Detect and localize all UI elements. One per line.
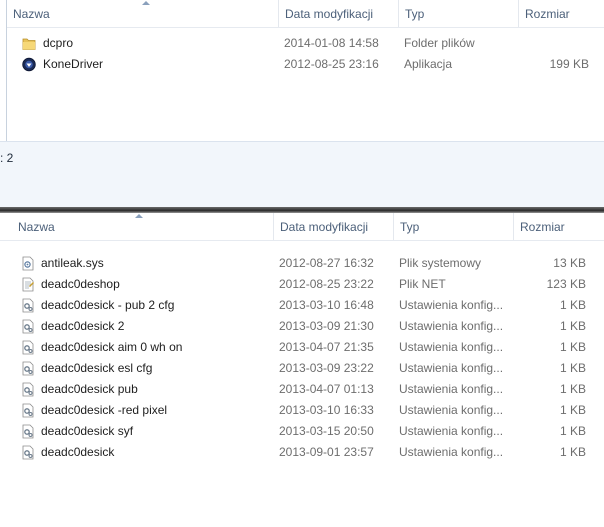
file-name: deadc0desick [41,445,115,459]
app-icon [22,57,36,72]
file-size: 1 KB [559,298,586,312]
file-row[interactable]: deadc0desick 2 2013-03-09 21:30 Ustawienia… [0,316,604,337]
file-size: 1 KB [559,319,586,333]
column-header-date[interactable]: Data modyfikacji [273,213,393,240]
column-header-size-label: Rozmiar [520,220,565,234]
file-type: Ustawienia konfig... [399,340,504,354]
column-header-name[interactable]: Nazwa [12,213,273,240]
column-header-size-label: Rozmiar [525,7,570,21]
file-type: Ustawienia konfig... [399,382,504,396]
file-type: Ustawienia konfig... [399,319,504,333]
file-row[interactable]: deadc0desick aim 0 wh on 2013-04-07 21:35… [0,337,604,358]
file-name: deadc0desick syf [41,424,134,438]
status-bar: : 2 [0,141,604,208]
bottom-file-list: Nazwa Data modyfikacji Typ Rozmiar antil… [0,213,604,527]
file-size: 123 KB [546,277,586,291]
file-size: 1 KB [559,382,586,396]
file-type: Ustawienia konfig... [399,361,504,375]
config-file-icon [21,445,35,460]
file-date-modified: 2012-08-25 23:22 [279,277,374,291]
file-row[interactable]: deadc0desick - pub 2 cfg 2013-03-10 16:48… [0,295,604,316]
column-header-type[interactable]: Typ [398,0,518,27]
file-type: Ustawienia konfig... [399,298,504,312]
file-type: Ustawienia konfig... [399,403,504,417]
column-header-size[interactable]: Rozmiar [518,0,604,27]
file-date-modified: 2012-08-27 16:32 [279,256,374,270]
file-date-modified: 2013-09-01 23:57 [279,445,374,459]
file-type: Plik NET [399,277,446,291]
file-row[interactable]: deadc0desick pub 2013-04-07 01:13 Ustawien… [0,379,604,400]
file-size [518,33,589,54]
column-header-name-label: Nazwa [13,7,50,21]
file-row[interactable]: antileak.sys 2012-08-27 16:32 Plik systemo… [0,253,604,274]
file-row[interactable]: deadc0desick syf 2013-03-15 20:50 Ustawien… [0,421,604,442]
file-date-modified: 2013-03-15 20:50 [279,424,374,438]
file-date-modified: 2013-04-07 21:35 [279,340,374,354]
file-size: 1 KB [559,340,586,354]
file-name: deadc0desick - pub 2 cfg [41,298,175,312]
file-date-modified: 2013-04-07 01:13 [279,382,374,396]
sort-ascending-icon [135,214,143,218]
file-size: 1 KB [559,445,586,459]
folder-icon [22,36,36,51]
config-file-icon [21,340,35,355]
file-row[interactable]: KoneDriver 2012-08-25 23:16 Aplikacja 199 K… [7,54,604,75]
column-header-size[interactable]: Rozmiar [513,213,604,240]
top-file-list: Nazwa Data modyfikacji Typ Rozmiar dcpro… [6,0,604,141]
config-file-icon [21,298,35,313]
file-date-modified: 2012-08-25 23:16 [284,57,379,71]
file-size: 1 KB [559,403,586,417]
file-type: Folder plików [404,36,475,50]
file-name: deadc0desick esl cfg [41,361,153,375]
config-file-icon [21,382,35,397]
net-file-icon [21,277,35,292]
system-file-icon [21,256,35,271]
column-header-name-label: Nazwa [18,220,55,234]
column-header-type[interactable]: Typ [393,213,513,240]
config-file-icon [21,403,35,418]
file-size: 199 KB [549,57,589,71]
file-row[interactable]: deadc0desick 2013-09-01 23:57 Ustawienia k… [0,442,604,463]
column-header-type-label: Typ [400,220,420,234]
file-name: dcpro [43,36,74,50]
file-date-modified: 2014-01-08 14:58 [284,36,379,50]
config-file-icon [21,424,35,439]
config-file-icon [21,319,35,334]
file-type: Aplikacja [404,57,453,71]
column-header-date-label: Data modyfikacji [280,220,369,234]
column-header-type-label: Typ [405,7,425,21]
file-name: antileak.sys [41,256,104,270]
column-header-date[interactable]: Data modyfikacji [278,0,398,27]
column-header-name[interactable]: Nazwa [7,0,278,27]
file-date-modified: 2013-03-09 23:22 [279,361,374,375]
file-row[interactable]: deadc0desick -red pixel 2013-03-10 16:33 U… [0,400,604,421]
file-row[interactable]: deadc0deshop 2012-08-25 23:22 Plik NET 123 … [0,274,604,295]
file-name: deadc0desick pub [41,382,138,396]
file-row[interactable]: dcpro 2014-01-08 14:58 Folder plików [7,33,604,54]
file-name: deadc0desick 2 [41,319,125,333]
top-column-header: Nazwa Data modyfikacji Typ Rozmiar [7,0,604,28]
file-name: KoneDriver [43,57,104,71]
file-name: deadc0deshop [41,277,120,291]
item-count-text: : 2 [0,151,14,165]
file-row[interactable]: deadc0desick esl cfg 2013-03-09 23:22 Usta… [0,358,604,379]
file-size: 1 KB [559,361,586,375]
sort-ascending-icon [142,1,150,5]
file-date-modified: 2013-03-10 16:33 [279,403,374,417]
bottom-column-header: Nazwa Data modyfikacji Typ Rozmiar [0,213,604,241]
file-name: deadc0desick -red pixel [41,403,168,417]
file-type: Ustawienia konfig... [399,424,504,438]
file-type: Plik systemowy [399,256,482,270]
config-file-icon [21,361,35,376]
file-size: 13 KB [553,256,586,270]
file-size: 1 KB [559,424,586,438]
column-header-date-label: Data modyfikacji [285,7,374,21]
file-type: Ustawienia konfig... [399,445,504,459]
file-name: deadc0desick aim 0 wh on [41,340,183,354]
file-date-modified: 2013-03-09 21:30 [279,319,374,333]
file-date-modified: 2013-03-10 16:48 [279,298,374,312]
